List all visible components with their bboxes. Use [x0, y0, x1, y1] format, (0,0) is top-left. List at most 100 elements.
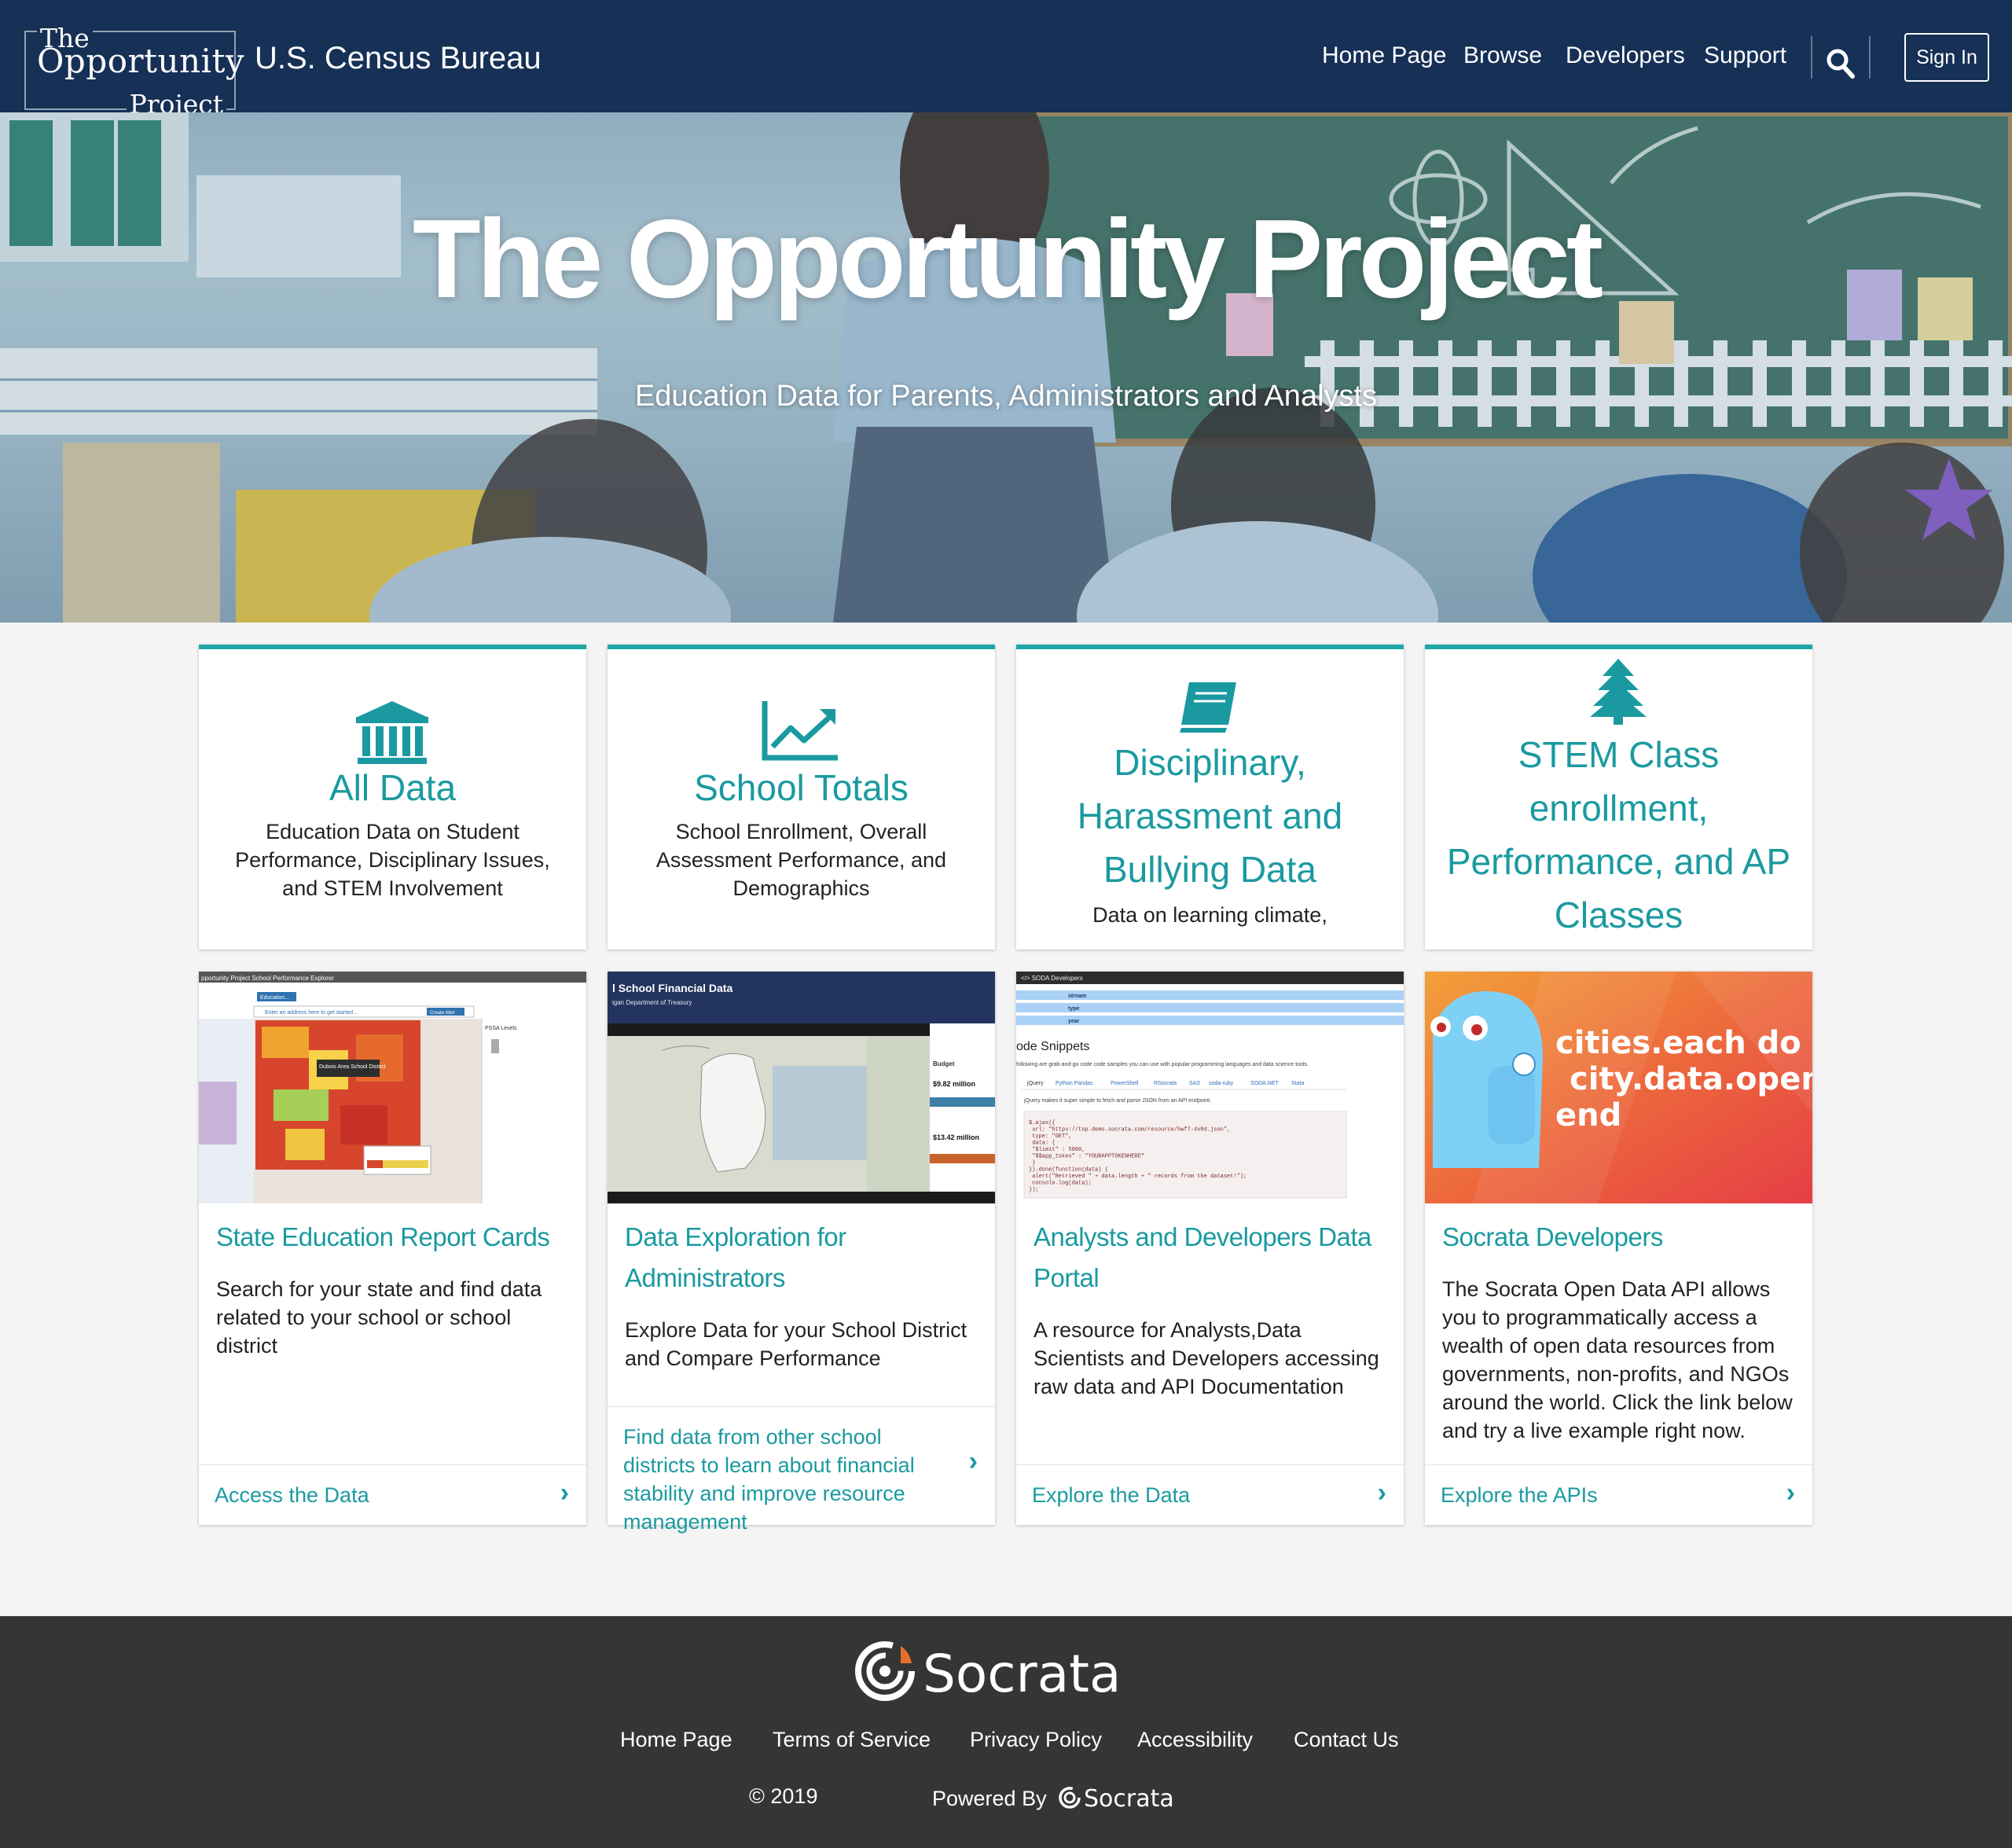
- footer-link-terms[interactable]: Terms of Service: [773, 1728, 931, 1752]
- category-title: All Data: [329, 767, 457, 808]
- search-icon: [1827, 49, 1855, 79]
- screenshot-tab: PowerShell: [1111, 1081, 1139, 1086]
- code-line: $.ajax({: [1029, 1120, 1056, 1126]
- search-button[interactable]: [1825, 46, 1856, 80]
- feature-card-data-exploration[interactable]: l School Financial Data igan Department …: [608, 972, 995, 1534]
- site-name[interactable]: U.S. Census Bureau: [255, 41, 542, 76]
- code-line: }: [1029, 1160, 1035, 1166]
- card-footer-link[interactable]: Access the Data ›: [199, 1464, 586, 1525]
- find-data-other-districts-link[interactable]: Find data from other school districts to…: [623, 1423, 948, 1536]
- banner-code-line: city.data.open(): [1570, 1061, 1812, 1097]
- card-footer-link[interactable]: Find data from other school districts to…: [608, 1406, 995, 1534]
- screenshot-app-title: pportunity Project School Performance Ex…: [201, 975, 334, 982]
- nav-divider: [1869, 36, 1871, 79]
- site-footer: Socrata Home Page Terms of Service Priva…: [0, 1616, 2012, 1848]
- code-line: data: {: [1029, 1141, 1056, 1147]
- footer-link-privacy[interactable]: Privacy Policy: [970, 1728, 1102, 1752]
- footer-link-accessibility[interactable]: Accessibility: [1137, 1728, 1253, 1752]
- copyright: © 2019: [749, 1784, 818, 1808]
- screenshot-amount-1: $9.82 million: [933, 1080, 975, 1088]
- category-description: Data on learning climate,: [1092, 903, 1327, 927]
- nav-developers[interactable]: Developers: [1566, 42, 1685, 69]
- banner-code-line: cities.each do |ci: [1555, 1025, 1812, 1062]
- category-card-school-totals[interactable]: School Totals School Enrollment, Overall…: [608, 645, 995, 950]
- nav-divider: [1811, 36, 1812, 79]
- screenshot-button: Create Alert: [430, 1011, 455, 1016]
- feature-description: The Socrata Open Data API allows you to …: [1442, 1277, 1793, 1442]
- screenshot-intro: following are grab-and-go code code samp…: [1016, 1062, 1309, 1067]
- screenshot-heading: ode Snippets: [1016, 1040, 1089, 1053]
- explore-the-data-link[interactable]: Explore the Data: [1032, 1481, 1357, 1509]
- hero-subtitle: Education Data for Parents, Administrato…: [634, 380, 1378, 413]
- screenshot-tab: Stata: [1291, 1081, 1304, 1086]
- state-report-cards-screenshot: pportunity Project School Performance Ex…: [199, 972, 586, 1203]
- code-line: type: "GET",: [1029, 1133, 1072, 1140]
- opportunity-project-logo[interactable]: The Opportunity Project: [24, 23, 244, 119]
- screenshot-budget: Budget: [933, 1060, 955, 1067]
- footer-link-home-page[interactable]: Home Page: [620, 1728, 732, 1752]
- screenshot-tab: soda-ruby: [1209, 1081, 1234, 1086]
- card-footer-link[interactable]: Explore the APIs ›: [1425, 1464, 1812, 1525]
- screenshot-subtitle: igan Department of Treasury: [612, 999, 692, 1006]
- feature-card-data-portal[interactable]: </> SODA Developers strnam type year ode…: [1016, 972, 1404, 1525]
- category-card-all-data[interactable]: All Data Education Data on Student Perfo…: [199, 645, 586, 950]
- powered-socrata-logo: Socrata: [1059, 1785, 1174, 1813]
- category-title: Disciplinary, Harassment and Bullying Da…: [1077, 742, 1343, 890]
- screenshot-tab: SAS: [1189, 1081, 1200, 1086]
- code-line: });: [1029, 1187, 1039, 1193]
- socrata-mark-icon: [855, 1641, 915, 1701]
- footer-brand: Socrata: [923, 1644, 1121, 1703]
- code-line: }).done(function(data) {: [1029, 1167, 1108, 1174]
- feature-title[interactable]: State Education Report Cards: [216, 1217, 569, 1258]
- screenshot-note: jQuery makes it super simple to fetch an…: [1023, 1098, 1211, 1104]
- line-chart-icon: [762, 701, 838, 761]
- soda-developers-screenshot: </> SODA Developers strnam type year ode…: [1016, 972, 1404, 1203]
- tree-icon: [1590, 659, 1647, 725]
- screenshot-row: year: [1068, 1019, 1080, 1024]
- powered-by-label: Powered By: [932, 1787, 1047, 1810]
- screenshot-tab: SODA.NET: [1250, 1081, 1280, 1086]
- feature-card-socrata-developers[interactable]: cities.each do |ci city.data.open() end …: [1425, 972, 1812, 1525]
- feature-title[interactable]: Socrata Developers: [1442, 1217, 1795, 1258]
- logo-text-opportunity: Opportunity: [37, 42, 245, 80]
- code-line: url: "https://top.demo.socrata.com/resou…: [1029, 1127, 1230, 1133]
- chevron-right-icon: ›: [560, 1478, 569, 1508]
- card-footer-link[interactable]: Explore the Data ›: [1016, 1464, 1404, 1525]
- nav-home-page[interactable]: Home Page: [1322, 42, 1446, 69]
- screenshot-row: strnam: [1068, 994, 1086, 999]
- institution-icon: [356, 701, 428, 764]
- socrata-developers-banner: cities.each do |ci city.data.open() end: [1425, 972, 1812, 1203]
- powered-by[interactable]: Powered By Socrata: [932, 1784, 1177, 1813]
- screenshot-tab: Python Pandas: [1056, 1081, 1093, 1086]
- screenshot-title: l School Financial Data: [612, 982, 732, 994]
- feature-title[interactable]: Data Exploration for Administrators: [625, 1217, 978, 1299]
- category-card-stem[interactable]: STEM Class enrollment, Performance, and …: [1425, 645, 1812, 950]
- feature-description: A resource for Analysts,Data Scientists …: [1034, 1318, 1379, 1398]
- banner-code-line: end: [1555, 1097, 1621, 1133]
- screenshot-district: Dubois Area School District: [319, 1064, 386, 1070]
- category-title: STEM Class enrollment, Performance, and …: [1446, 734, 1791, 935]
- nav-support[interactable]: Support: [1704, 42, 1786, 69]
- code-line: console.log(data);: [1029, 1181, 1092, 1187]
- hero-banner: The Opportunity Project Education Data f…: [0, 112, 2012, 623]
- nav-browse[interactable]: Browse: [1463, 42, 1542, 69]
- access-the-data-link[interactable]: Access the Data: [215, 1481, 539, 1509]
- sign-in-button[interactable]: Sign In: [1904, 33, 1989, 82]
- screenshot-tab: jQuery: [1026, 1081, 1044, 1086]
- mascot-illustration: [1430, 991, 1543, 1168]
- book-icon: [1180, 682, 1236, 733]
- category-card-disciplinary[interactable]: Disciplinary, Harassment and Bullying Da…: [1016, 645, 1404, 950]
- school-financial-data-screenshot: l School Financial Data igan Department …: [608, 972, 995, 1203]
- feature-card-state-report-cards[interactable]: pportunity Project School Performance Ex…: [199, 972, 586, 1525]
- socrata-logo[interactable]: Socrata: [855, 1637, 1169, 1707]
- screenshot-search: Enter an address here to get started...: [265, 1010, 358, 1016]
- screenshot-nav: </> SODA Developers: [1021, 975, 1083, 982]
- feature-title[interactable]: Analysts and Developers Data Portal: [1034, 1217, 1386, 1299]
- explore-the-apis-link[interactable]: Explore the APIs: [1441, 1481, 1765, 1509]
- chevron-right-icon: ›: [1786, 1478, 1795, 1508]
- footer-link-contact[interactable]: Contact Us: [1294, 1728, 1399, 1752]
- code-line: "$limit" : 5000,: [1029, 1147, 1085, 1153]
- screenshot-tab: RSocrata: [1154, 1081, 1177, 1086]
- powered-brand: Socrata: [1084, 1785, 1174, 1811]
- category-title: School Totals: [694, 767, 909, 808]
